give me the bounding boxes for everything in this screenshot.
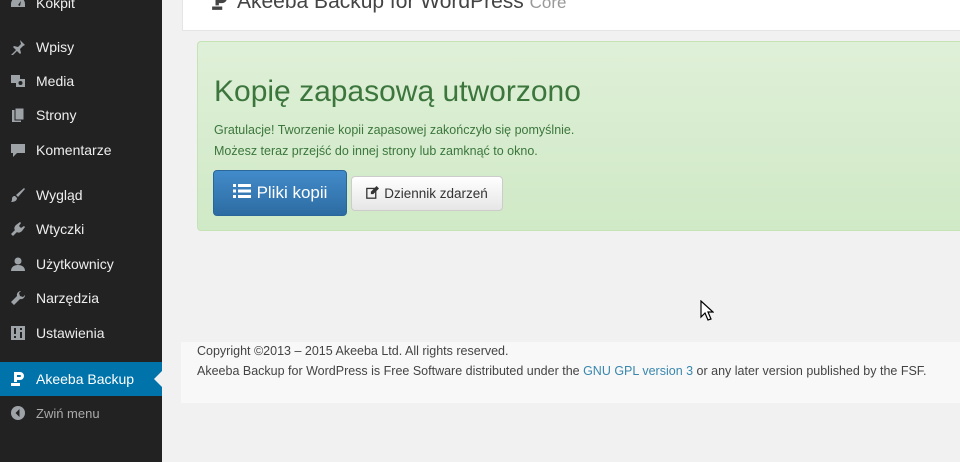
event-log-label: Dziennik zdarzeń	[384, 186, 488, 201]
pin-icon	[10, 39, 26, 55]
sidebar-item-label: Wpisy	[36, 39, 75, 55]
sidebar-item-ustawienia[interactable]: Ustawienia	[0, 316, 162, 350]
wrench-icon	[10, 290, 26, 306]
edition-label: Core	[529, 0, 567, 12]
backup-files-button[interactable]: Pliki kopii	[213, 170, 347, 216]
akeeba-icon	[10, 371, 26, 387]
footer-license: Akeeba Backup for WordPress is Free Soft…	[197, 364, 927, 378]
success-message-line1: Gratulacje! Tworzenie kopii zapasowej za…	[214, 123, 575, 137]
license-suffix: or any later version published by the FS…	[693, 364, 927, 378]
brush-icon	[10, 187, 26, 203]
sidebar-item-wpisy[interactable]: Wpisy	[0, 30, 162, 64]
success-message-line2: Możesz teraz przejść do innej strony lub…	[214, 144, 538, 158]
sidebar-item-wtyczki[interactable]: Wtyczki	[0, 212, 162, 246]
user-icon	[10, 256, 26, 272]
sidebar-item-label: Strony	[36, 107, 77, 123]
collapse-menu-label: Zwiń menu	[36, 405, 100, 421]
sidebar-item-label: Wtyczki	[36, 221, 85, 237]
backup-files-label: Pliki kopii	[256, 183, 328, 202]
page-header: Akeeba Backup for WordPress Core	[182, 0, 960, 31]
event-log-button[interactable]: Dziennik zdarzeń	[351, 176, 503, 211]
plugin-icon	[10, 221, 26, 237]
dashboard-icon	[10, 0, 26, 11]
mouse-cursor-icon	[700, 299, 715, 327]
footer-copyright: Copyright ©2013 – 2015 Akeeba Ltd. All r…	[197, 344, 509, 358]
sidebar-item-label: Media	[36, 73, 75, 89]
sidebar-item-label: Akeeba Backup	[36, 371, 135, 387]
sidebar-item-label: Wygląd	[36, 187, 83, 203]
comment-icon	[10, 142, 26, 158]
sidebar-item-uzytkownicy[interactable]: Użytkownicy	[0, 247, 162, 281]
gpl-link[interactable]: GNU GPL version 3	[583, 364, 693, 378]
admin-sidebar: Kokpit Wpisy Media Strony Komentarze Wyg…	[0, 0, 162, 462]
edit-icon	[366, 185, 380, 202]
success-heading: Kopię zapasową utworzono	[214, 75, 581, 108]
product-name: Akeeba Backup for WordPress	[237, 0, 524, 13]
sidebar-item-wyglad[interactable]: Wygląd	[0, 178, 162, 212]
akeeba-logo-icon	[211, 0, 229, 17]
license-prefix: Akeeba Backup for WordPress is Free Soft…	[197, 364, 584, 378]
sidebar-item-komentarze[interactable]: Komentarze	[0, 133, 162, 167]
sidebar-item-strony[interactable]: Strony	[0, 98, 162, 132]
pages-icon	[10, 107, 26, 123]
sidebar-item-kokpit[interactable]: Kokpit	[0, 0, 162, 20]
list-icon	[232, 183, 251, 204]
sidebar-item-label: Kokpit	[36, 0, 75, 11]
sidebar-item-label: Narzędzia	[36, 290, 100, 306]
media-icon	[10, 73, 26, 89]
page-title: Akeeba Backup for WordPress Core	[237, 0, 566, 14]
footer: Copyright ©2013 – 2015 Akeeba Ltd. All r…	[181, 342, 960, 403]
sidebar-item-media[interactable]: Media	[0, 64, 162, 98]
sidebar-item-label: Komentarze	[36, 142, 112, 158]
sidebar-item-akeeba-backup[interactable]: Akeeba Backup	[0, 362, 162, 396]
sidebar-item-label: Użytkownicy	[36, 256, 114, 272]
collapse-menu-button[interactable]: Zwiń menu	[0, 396, 162, 430]
sidebar-item-narzedzia[interactable]: Narzędzia	[0, 281, 162, 315]
success-alert: Kopię zapasową utworzono Gratulacje! Two…	[197, 41, 960, 231]
settings-icon	[10, 325, 26, 341]
sidebar-item-label: Ustawienia	[36, 325, 105, 341]
collapse-arrow-icon	[10, 405, 26, 421]
